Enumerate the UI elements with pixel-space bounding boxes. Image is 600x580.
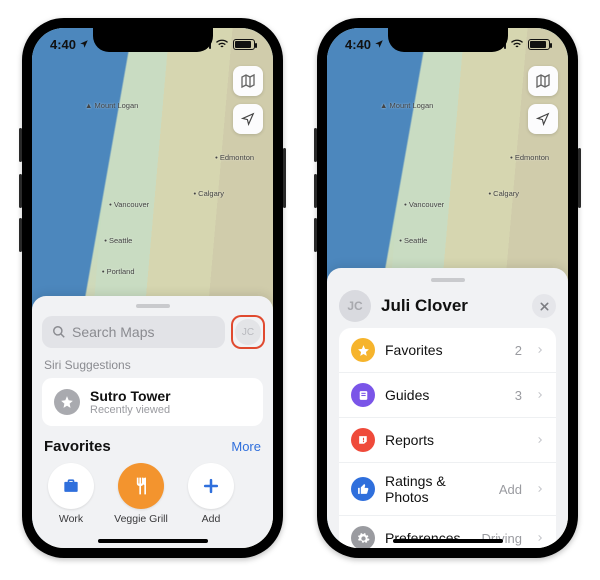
map-label: • Seattle [399,236,427,245]
plus-icon [188,463,234,509]
menu-row-reports[interactable]: Reports [339,418,556,463]
profile-button[interactable]: JC [235,319,261,345]
menu-label: Ratings & Photos [385,473,489,505]
menu-label: Reports [385,432,512,448]
guides-icon [351,383,375,407]
location-services-icon [79,39,89,49]
map-label: • Vancouver [404,200,444,209]
favorite-item[interactable]: Work [44,463,98,525]
locate-me-button[interactable] [233,104,263,134]
map-label: • Edmonton [510,153,549,162]
phone-right: 4:40 ▲ Mount Logan • Edmonton • Calgary • V… [317,18,578,558]
star-icon [351,338,375,362]
battery-icon [233,39,255,50]
profile-sheet: JC Juli Clover Favorites 2 Guides 3 Reports R… [327,268,568,548]
gear-icon [351,526,375,548]
favorite-label: Work [59,513,83,525]
home-indicator[interactable] [98,539,208,543]
sheet-grabber[interactable] [431,278,465,282]
notch [93,28,213,52]
map-label: ▲ Mount Logan [85,101,138,110]
map-mode-button[interactable] [528,66,558,96]
map-label: • Seattle [104,236,132,245]
search-sheet: Search Maps JC Siri Suggestions Sutro To… [32,296,273,548]
star-icon [54,389,80,415]
location-services-icon [374,39,384,49]
phone-left: 4:40 ▲ Mount Logan • Edmonton • Calgary • V… [22,18,283,558]
menu-value: Driving [482,531,522,546]
chevron-right-icon [536,344,544,356]
map-label: • Calgary [193,189,224,198]
avatar-initials: JC [242,327,254,338]
avatar-initials: JC [347,299,362,313]
menu-row-guides[interactable]: Guides 3 [339,373,556,418]
favorites-heading: Favorites [44,438,111,455]
sheet-grabber[interactable] [136,304,170,308]
avatar: JC [339,290,371,322]
menu-label: Guides [385,387,505,403]
menu-row-ratings-photos[interactable]: Ratings & Photos Add [339,463,556,516]
favorite-item[interactable]: Add [184,463,238,525]
status-time: 4:40 [50,37,76,52]
menu-value: 2 [515,343,522,358]
favorite-label: Veggie Grill [114,513,168,525]
fork-icon [118,463,164,509]
wifi-icon [215,39,229,49]
favorite-item[interactable]: Veggie Grill [114,463,168,525]
screen-left: 4:40 ▲ Mount Logan • Edmonton • Calgary • V… [32,28,273,548]
map-label: • Vancouver [109,200,149,209]
suggestion-subtitle: Recently viewed [90,404,171,416]
notch [388,28,508,52]
map-mode-button[interactable] [233,66,263,96]
map-label: • Calgary [488,189,519,198]
chevron-right-icon [536,483,544,495]
menu-label: Preferences [385,530,472,546]
search-input[interactable]: Search Maps [42,316,225,348]
status-time: 4:40 [345,37,371,52]
favorite-label: Add [202,513,221,525]
home-indicator[interactable] [393,539,503,543]
menu-row-favorites[interactable]: Favorites 2 [339,328,556,373]
menu-label: Favorites [385,342,505,358]
menu-value: Add [499,482,522,497]
profile-button-highlight: JC [233,317,263,347]
search-icon [52,325,66,339]
favorites-more-button[interactable]: More [231,439,261,454]
battery-icon [528,39,550,50]
wifi-icon [510,39,524,49]
briefcase-icon [48,463,94,509]
thumb-icon [351,477,375,501]
menu-row-preferences[interactable]: Preferences Driving [339,516,556,548]
reports-icon [351,428,375,452]
map-label: ▲ Mount Logan [380,101,433,110]
siri-suggestions-label: Siri Suggestions [44,358,261,372]
profile-name: Juli Clover [381,296,522,316]
siri-suggestion-card[interactable]: Sutro Tower Recently viewed [42,378,263,426]
screen-right: 4:40 ▲ Mount Logan • Edmonton • Calgary • V… [327,28,568,548]
map-label: • Edmonton [215,153,254,162]
menu-value: 3 [515,388,522,403]
chevron-right-icon [536,532,544,544]
suggestion-title: Sutro Tower [90,388,171,404]
map-label: • Portland [102,267,135,276]
search-placeholder: Search Maps [72,324,154,340]
chevron-right-icon [536,434,544,446]
close-button[interactable] [532,294,556,318]
locate-me-button[interactable] [528,104,558,134]
profile-menu: Favorites 2 Guides 3 Reports Ratings & Photos… [339,328,556,548]
chevron-right-icon [536,389,544,401]
